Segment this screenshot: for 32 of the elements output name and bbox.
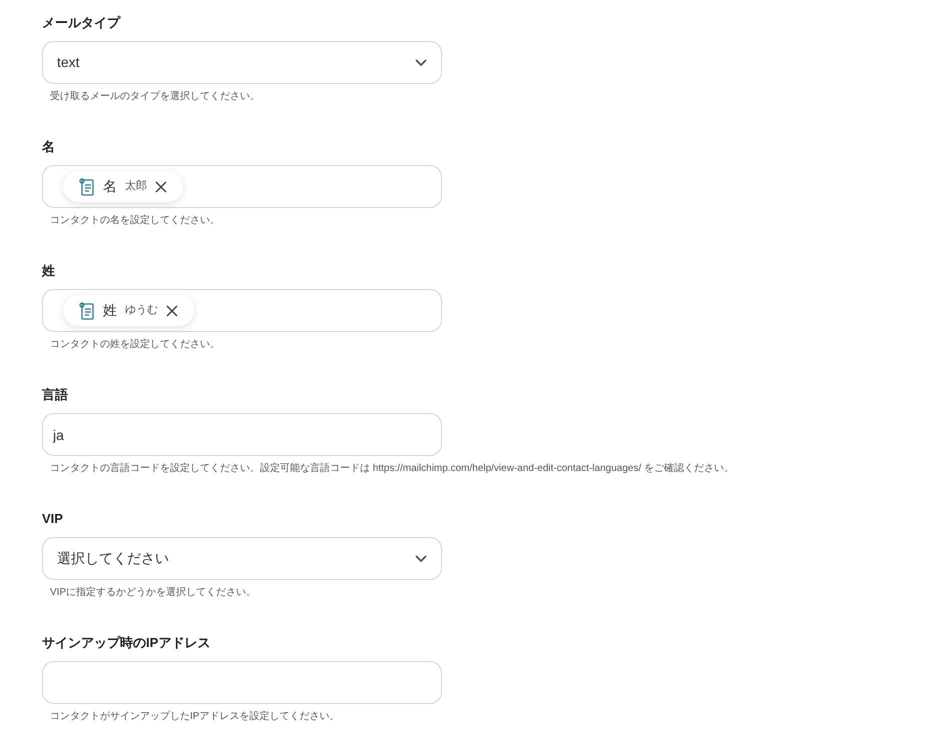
chip-name: 名 bbox=[103, 177, 117, 196]
note-icon bbox=[79, 178, 95, 196]
select-value: 選択してください bbox=[57, 549, 169, 568]
chevron-down-icon bbox=[415, 58, 427, 66]
chip-name: 姓 bbox=[103, 301, 117, 320]
input-field[interactable]: ja bbox=[42, 413, 442, 456]
help-text: コンタクトの姓を設定してください。 bbox=[50, 338, 221, 352]
tag-input-field[interactable]: 姓 ゆうむ bbox=[42, 289, 442, 332]
help-text: コンタクトの言語コードを設定してください。設定可能な言語コードは https://mailchimp.com/help/view-and-edit-contact-languages/ をご確認ください。 bbox=[50, 462, 736, 476]
close-icon[interactable] bbox=[155, 180, 167, 192]
help-text: コンタクトがサインアップしたIPアドレスを設定してください。 bbox=[50, 710, 340, 724]
field-label: VIP bbox=[42, 510, 64, 528]
chevron-down-icon bbox=[415, 554, 427, 562]
close-icon[interactable] bbox=[166, 304, 178, 316]
help-text: 受け取るメールのタイプを選択してください。 bbox=[50, 90, 261, 104]
field-label: 名 bbox=[42, 138, 56, 156]
field-label: 姓 bbox=[42, 262, 56, 280]
select-field[interactable]: text bbox=[42, 41, 442, 84]
chip-value: ゆうむ bbox=[125, 303, 158, 318]
note-icon bbox=[79, 302, 95, 320]
select-field[interactable]: 選択してください bbox=[42, 537, 442, 580]
variable-chip[interactable]: 姓 ゆうむ bbox=[63, 295, 194, 326]
field-label: サインアップ時のIPアドレス bbox=[42, 634, 212, 652]
variable-chip[interactable]: 名 太郎 bbox=[63, 171, 183, 202]
tag-input-field[interactable]: 名 太郎 bbox=[42, 165, 442, 208]
help-text: VIPに指定するかどうかを選択してください。 bbox=[50, 586, 258, 600]
field-label: メールタイプ bbox=[42, 14, 122, 32]
help-text: コンタクトの名を設定してください。 bbox=[50, 214, 221, 228]
field-label: 言語 bbox=[42, 386, 69, 404]
select-value: text bbox=[57, 53, 80, 72]
input-field[interactable] bbox=[42, 661, 442, 704]
chip-value: 太郎 bbox=[125, 178, 147, 194]
